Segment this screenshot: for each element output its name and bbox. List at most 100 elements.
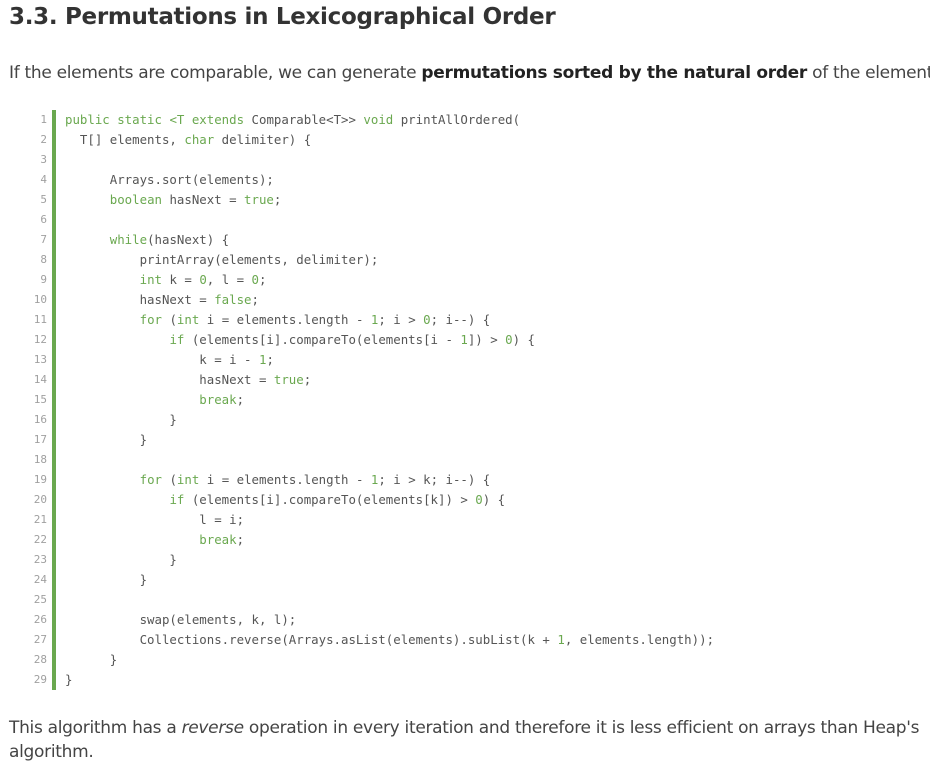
- code-keyword: for: [139, 312, 162, 327]
- code-token: (: [162, 472, 177, 487]
- code-token: (elements[i].compareTo(elements[i -: [184, 332, 461, 347]
- code-line: if (elements[i].compareTo(elements[k]) >…: [65, 490, 907, 510]
- code-lines[interactable]: public static <T extends Comparable<T>> …: [65, 110, 907, 690]
- code-block: 1 2 3 4 5 6 7 8 9 10 11 12 13 14 15 16 17 18 19 20 21 22 23 24 2…: [27, 110, 907, 690]
- code-keyword: for: [139, 472, 162, 487]
- intro-bold-text: permutations sorted by the natural order: [421, 63, 807, 83]
- line-number: 11: [33, 313, 47, 326]
- code-token: l = i;: [65, 512, 245, 527]
- line-number: 8: [40, 253, 47, 266]
- code-token: }: [65, 552, 177, 567]
- code-number: 0: [505, 332, 513, 347]
- code-line: l = i;: [65, 510, 907, 530]
- code-number: 1: [557, 632, 565, 647]
- code-line: for (int i = elements.length - 1; i > 0;…: [65, 310, 907, 330]
- code-line: hasNext = false;: [65, 290, 907, 310]
- line-number: 15: [33, 393, 47, 406]
- code-token: printAllOrdered(: [393, 112, 521, 127]
- outro-text-start: This algorithm has a: [9, 718, 182, 738]
- code-line: }: [65, 650, 907, 670]
- line-number: 9: [40, 273, 47, 286]
- line-number: 20: [33, 493, 47, 506]
- line-number: 5: [40, 193, 47, 206]
- intro-paragraph: If the elements are comparable, we can g…: [9, 61, 930, 85]
- code-keyword: void: [363, 112, 394, 127]
- code-keyword: int: [139, 272, 162, 287]
- code-keyword: while: [109, 232, 148, 247]
- code-token: k =: [162, 272, 200, 287]
- line-number: 18: [33, 453, 47, 466]
- code-keyword: break: [199, 392, 237, 407]
- code-token: (: [162, 312, 177, 327]
- code-line: }: [65, 670, 907, 690]
- code-line: if (elements[i].compareTo(elements[i - 1…: [65, 330, 907, 350]
- line-number: 27: [33, 633, 47, 646]
- code-token: T[] elements,: [65, 132, 185, 147]
- code-keyword: boolean: [109, 192, 162, 207]
- code-token: ) {: [482, 492, 506, 507]
- line-number: 26: [33, 613, 47, 626]
- line-number: 28: [33, 653, 47, 666]
- line-number: 19: [33, 473, 47, 486]
- code-line: break;: [65, 390, 907, 410]
- line-number: 25: [33, 593, 47, 606]
- line-number-gutter: 1 2 3 4 5 6 7 8 9 10 11 12 13 14 15 16 17 18 19 20 21 22 23 24 2…: [27, 110, 47, 690]
- code-keyword: int: [176, 312, 200, 327]
- intro-text-start: If the elements are comparable, we can g…: [9, 63, 422, 83]
- code-token: }: [65, 572, 148, 587]
- code-token: ;: [236, 532, 245, 547]
- code-line: swap(elements, k, l);: [65, 610, 907, 630]
- code-token: Comparable<T>>: [244, 112, 364, 127]
- code-line: for (int i = elements.length - 1; i > k;…: [65, 470, 907, 490]
- code-token: hasNext =: [65, 372, 274, 387]
- code-token: (hasNext) {: [147, 232, 230, 247]
- code-token: hasNext =: [161, 192, 245, 207]
- code-line: Collections.reverse(Arrays.asList(elemen…: [65, 630, 907, 650]
- code-token: ;: [251, 292, 259, 307]
- code-token: , l =: [206, 272, 252, 287]
- code-line: }: [65, 430, 907, 450]
- code-token: k = i -: [65, 352, 259, 367]
- line-number: 12: [33, 333, 47, 346]
- intro-text-end: of the elements:: [812, 63, 930, 83]
- code-token: ;: [303, 372, 312, 387]
- code-keyword: if: [169, 492, 185, 507]
- code-token: (elements[i].compareTo(elements[k]) >: [184, 492, 476, 507]
- code-keyword: break: [199, 532, 237, 547]
- code-keyword: if: [169, 332, 185, 347]
- code-token: ;: [259, 272, 267, 287]
- line-number: 22: [33, 533, 47, 546]
- line-number: 6: [40, 213, 47, 226]
- code-token: printArray(elements, delimiter);: [65, 252, 379, 267]
- code-number: 0: [199, 272, 207, 287]
- code-line: boolean hasNext = true;: [65, 190, 907, 210]
- code-token: hasNext =: [65, 292, 215, 307]
- code-line: }: [65, 410, 907, 430]
- code-token: ) {: [512, 332, 536, 347]
- code-line: }: [65, 550, 907, 570]
- code-token: , elements.length));: [564, 632, 715, 647]
- code-token: Collections.reverse(Arrays.asList(elemen…: [65, 632, 558, 647]
- code-token: }: [65, 432, 148, 447]
- line-number: 16: [33, 413, 47, 426]
- code-keyword: public static: [65, 112, 162, 127]
- code-line: k = i - 1;: [65, 350, 907, 370]
- code-keyword: true: [244, 192, 274, 207]
- code-token: }: [65, 652, 118, 667]
- line-number: 3: [40, 153, 47, 166]
- code-number: 0: [423, 312, 431, 327]
- code-token: ; i > k; i--) {: [378, 472, 491, 487]
- line-number: 1: [40, 113, 47, 126]
- code-keyword: int: [176, 472, 200, 487]
- line-number: 4: [40, 173, 47, 186]
- code-number: 0: [475, 492, 483, 507]
- line-number: 14: [33, 373, 47, 386]
